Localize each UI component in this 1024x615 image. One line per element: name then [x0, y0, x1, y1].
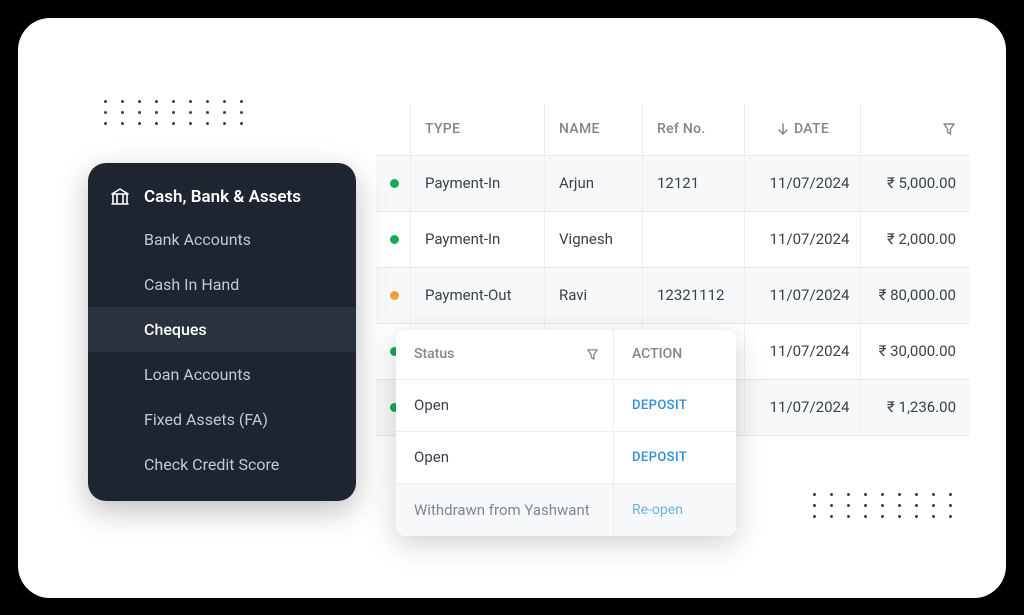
table-header: TYPE NAME Ref No. DATE [376, 104, 970, 156]
th-type[interactable]: TYPE [410, 104, 544, 155]
status-dot-orange [390, 291, 399, 300]
sidebar-header[interactable]: Cash, Bank & Assets [88, 177, 356, 217]
decoration-dots-bottom [813, 493, 952, 518]
deposit-button[interactable]: DEPOSIT [614, 432, 736, 483]
sidebar-item-cheques[interactable]: Cheques [88, 307, 356, 352]
date-cell: 11/07/2024 [744, 212, 860, 267]
status-dot-green [390, 235, 399, 244]
type-cell: Payment-In [410, 212, 544, 267]
amount-cell: ₹ 1,236.00 [860, 380, 970, 435]
popup-row: Withdrawn from Yashwant Re-open [396, 484, 736, 536]
th-name[interactable]: NAME [544, 104, 642, 155]
date-cell: 11/07/2024 [744, 324, 860, 379]
popup-status-cell: Open [396, 432, 614, 483]
sidebar-title: Cash, Bank & Assets [144, 187, 301, 207]
bank-icon [110, 188, 130, 206]
th-date[interactable]: DATE [744, 104, 860, 155]
ref-cell: 12121 [642, 156, 744, 211]
name-cell: Ravi [544, 268, 642, 323]
popup-status-cell: Open [396, 380, 614, 431]
popup-row: Open DEPOSIT [396, 432, 736, 484]
sidebar-item-check-credit-score[interactable]: Check Credit Score [88, 442, 356, 487]
name-cell: Arjun [544, 156, 642, 211]
sidebar-item-loan-accounts[interactable]: Loan Accounts [88, 352, 356, 397]
ref-cell [642, 212, 744, 267]
status-cell [376, 212, 410, 267]
status-popup: Status ACTION Open DEPOSIT Open DEPOSIT … [396, 330, 736, 536]
popup-th-status-label: Status [414, 346, 454, 362]
app-frame: Cash, Bank & Assets Bank Accounts Cash I… [18, 18, 1006, 598]
amount-cell: ₹ 5,000.00 [860, 156, 970, 211]
decoration-dots-top [104, 100, 243, 125]
ref-cell: 12321112 [642, 268, 744, 323]
sidebar-item-fixed-assets[interactable]: Fixed Assets (FA) [88, 397, 356, 442]
popup-status-cell: Withdrawn from Yashwant [396, 484, 614, 536]
popup-th-status[interactable]: Status [396, 330, 614, 379]
popup-th-action[interactable]: ACTION [614, 330, 736, 379]
deposit-button[interactable]: DEPOSIT [614, 380, 736, 431]
sidebar: Cash, Bank & Assets Bank Accounts Cash I… [88, 163, 356, 501]
name-cell: Vignesh [544, 212, 642, 267]
th-ref[interactable]: Ref No. [642, 104, 744, 155]
th-amount[interactable] [860, 104, 970, 155]
status-cell [376, 268, 410, 323]
date-cell: 11/07/2024 [744, 156, 860, 211]
type-cell: Payment-In [410, 156, 544, 211]
status-cell [376, 156, 410, 211]
table-row[interactable]: Payment-In Arjun 12121 11/07/2024 ₹ 5,00… [376, 156, 970, 212]
status-dot-green [390, 179, 399, 188]
th-date-label: DATE [794, 121, 829, 137]
amount-cell: ₹ 80,000.00 [860, 268, 970, 323]
sidebar-item-bank-accounts[interactable]: Bank Accounts [88, 217, 356, 262]
popup-header: Status ACTION [396, 330, 736, 380]
date-cell: 11/07/2024 [744, 380, 860, 435]
popup-row: Open DEPOSIT [396, 380, 736, 432]
type-cell: Payment-Out [410, 268, 544, 323]
th-status [376, 104, 410, 155]
reopen-button[interactable]: Re-open [614, 484, 736, 536]
filter-icon[interactable] [586, 348, 599, 361]
table-row[interactable]: Payment-In Vignesh 11/07/2024 ₹ 2,000.00 [376, 212, 970, 268]
sort-descending-icon [776, 122, 790, 136]
filter-icon[interactable] [942, 122, 956, 136]
date-cell: 11/07/2024 [744, 268, 860, 323]
amount-cell: ₹ 30,000.00 [860, 324, 970, 379]
amount-cell: ₹ 2,000.00 [860, 212, 970, 267]
sidebar-item-cash-in-hand[interactable]: Cash In Hand [88, 262, 356, 307]
table-row[interactable]: Payment-Out Ravi 12321112 11/07/2024 ₹ 8… [376, 268, 970, 324]
